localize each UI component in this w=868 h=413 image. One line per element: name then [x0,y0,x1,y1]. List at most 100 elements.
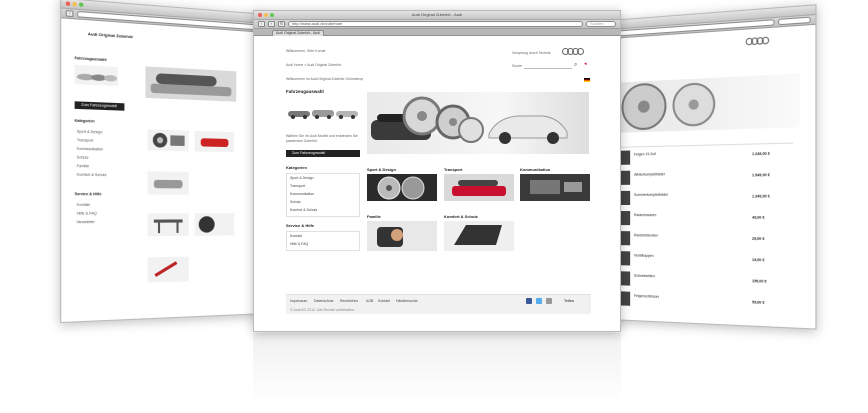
wheel-icon [615,73,800,132]
roofbox-icon [452,180,506,196]
tile-image-communication[interactable] [520,174,590,201]
footer-link[interactable]: Datenschutz [314,299,333,303]
product-price: 199,00 € [752,278,767,284]
left-row[interactable]: Komfort & Schutz [77,173,107,178]
minimize-icon[interactable] [72,1,77,7]
footer-link[interactable]: Kontakt [378,299,390,303]
back-icon[interactable]: ‹ [258,21,265,27]
roofbox-icon [150,73,232,97]
sidebar-item[interactable]: Schutz [290,200,301,204]
url-field[interactable]: http://www.audi.de/zubehoer [288,21,583,27]
tile-title[interactable]: Familie [367,214,381,219]
sidebar-item[interactable]: Hilfe & FAQ [290,242,308,246]
sidebar-item[interactable]: Komfort & Schutz [290,208,317,212]
left-row[interactable]: Familie [77,164,89,168]
main-page-content: Willkommen, Sehr Kunde Audi Home > Audi … [254,36,620,331]
hero-description: Wählen Sie Ihr Audi Modell und entdecken… [286,134,358,143]
mat-icon [454,225,502,245]
hero-heading: Fahrzeugauswahl [286,89,324,94]
product-name[interactable]: Radzierblenden [634,233,658,237]
sidebar-item[interactable]: Transport [290,184,305,188]
hero-car-wheels-icon [371,96,568,144]
tile-image-family[interactable] [367,221,437,251]
search-icon[interactable]: ⌕ [574,62,577,68]
back-icon[interactable]: ‹ [65,10,74,18]
hero-banner [367,92,589,154]
share-icon[interactable]: ◂ [584,62,587,67]
screens-stage: ‹ Audi Original Zubehör Fahrzeugauswahl … [0,0,868,413]
left-row[interactable]: Transport [77,138,93,143]
audi-logo[interactable] [562,48,584,55]
window-reflection [253,333,621,403]
zoom-icon[interactable] [79,2,84,8]
tile-title[interactable]: Sport & Design [367,167,396,172]
product-name[interactable]: Sommerkompletträder [634,193,668,197]
wheel-icon [198,216,215,233]
tile-image-sport[interactable] [367,174,437,201]
search-label: Suche [512,64,522,68]
product-name[interactable]: Radschrauben [634,213,656,217]
left-row[interactable]: Kommunikation [77,147,103,152]
left-row[interactable]: Schutz [77,155,89,160]
sidebar-heading-service: Service & Hilfe [286,223,315,228]
main-titlebar: Audi Original Zubehör - Audi [254,11,620,20]
brand-line: Vorsprung durch Technik [512,51,551,55]
hero-car-thumbnails[interactable] [286,102,361,124]
tile-image-transport[interactable] [444,174,514,201]
reload-icon[interactable]: ↻ [278,21,285,27]
footer-link[interactable]: Rechtliches [340,299,358,303]
page-footer: Impressum Datenschutz Rechtliches AGB Ko… [286,294,591,314]
main-toolbar: ‹ › ↻ http://www.audi.de/zubehoer Suchen [254,20,620,29]
tile-image-comfort[interactable] [444,221,514,251]
twitter-icon[interactable] [536,298,542,304]
sidebar-item[interactable]: Kontakt [290,234,302,238]
tile-title[interactable]: Komfort & Schutz [444,214,478,219]
flag-icon[interactable] [584,78,590,82]
product-name[interactable]: Winterkompletträder [634,172,665,176]
left-tile-image [147,213,189,237]
forward-icon[interactable]: › [268,21,275,27]
breadcrumb[interactable]: Audi Home > Audi Original Zubehör [286,63,341,68]
main-browser-window: Audi Original Zubehör - Audi ‹ › ↻ http:… [253,10,621,332]
left-tile-image [147,129,189,152]
shop-search-input[interactable] [524,63,572,69]
right-wheels-banner [614,73,800,133]
product-name[interactable]: Ventilkappen [634,253,654,257]
product-price: 1.349,00 € [752,194,770,199]
footer-link[interactable]: Händlersuche [396,299,418,303]
left-row[interactable]: Kontakt [77,203,90,207]
facebook-icon[interactable] [526,298,532,304]
left-model-button[interactable]: Zum Fahrzeugmodell [74,101,125,111]
close-icon[interactable] [65,1,71,7]
left-row[interactable]: Sport & Design [77,129,103,134]
tile-title[interactable]: Kommunikation [520,167,550,172]
left-row: Fahrzeugauswahl [74,55,107,63]
left-car-thumbnails [74,64,119,87]
left-row[interactable]: Hilfe & FAQ [77,211,97,215]
share-label[interactable]: Teilen [564,299,574,303]
product-name[interactable]: Schneeketten [634,274,655,279]
product-price: 59,00 € [752,300,765,305]
window-title: Audi Original Zubehör - Audi [411,12,463,17]
left-row: Service & Hilfe [74,191,102,197]
left-row: Audi Original Zubehör [87,30,134,40]
footer-link[interactable]: AGB [366,299,373,303]
car-icon [200,138,229,148]
search-field[interactable]: Suchen [586,21,616,27]
audi-logo [745,36,770,46]
model-select-button[interactable]: Zum Fahrzeugmodell [286,150,360,157]
mail-icon[interactable] [546,298,552,304]
rack-icon [153,219,183,234]
product-name[interactable]: Felgen 19 Zoll [634,152,656,157]
footer-link[interactable]: Impressum [290,299,307,303]
tab-bar: Audi Original Zubehör - Audi [254,29,620,36]
left-row[interactable]: Newsletter [77,220,95,224]
sidebar-item[interactable]: Sport & Design [290,176,314,180]
product-price: 1.549,00 € [752,172,770,178]
footer-copyright: © Audi AG 2012. Alle Rechte vorbehalten. [290,308,355,312]
car-icon [153,179,183,189]
tile-title[interactable]: Transport [444,167,462,172]
product-name[interactable]: Felgenschlösser [634,294,659,299]
right-search-field[interactable] [777,16,811,26]
sidebar-item[interactable]: Kommunikation [290,192,314,196]
